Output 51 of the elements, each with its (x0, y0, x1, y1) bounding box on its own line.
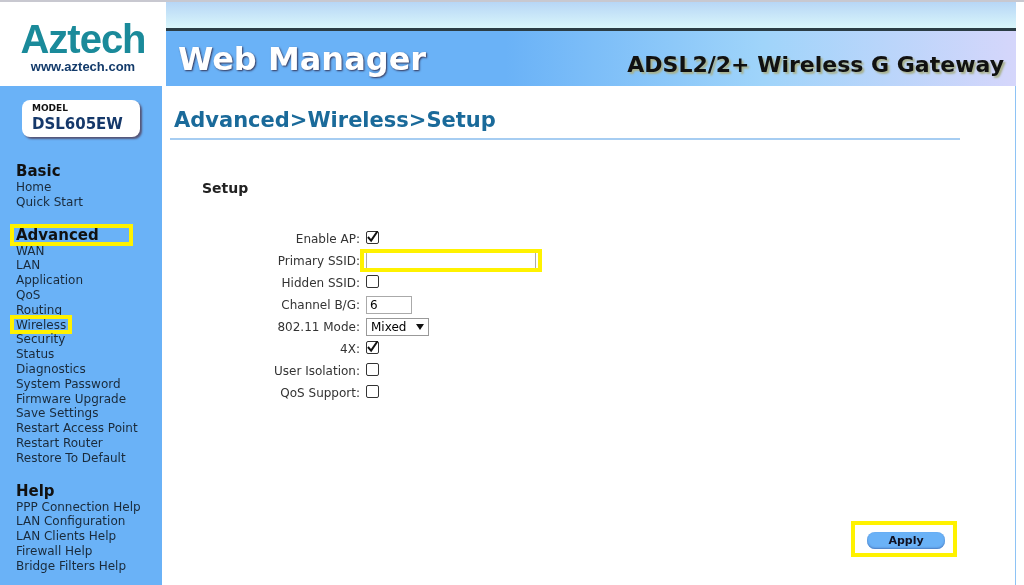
sidebar-link[interactable]: Wireless (16, 317, 67, 333)
sidebar-link[interactable]: LAN Clients Help (16, 529, 117, 544)
sidebar-link[interactable]: Status (16, 347, 55, 362)
page-title: Advanced>Wireless>Setup (170, 108, 960, 140)
model-name: DSL605EW (32, 114, 124, 134)
checkbox[interactable] (366, 384, 379, 398)
app-title: Web Manager (178, 39, 427, 78)
field-label: User Isolation: (273, 363, 360, 380)
field-label: 802.11 Mode: (276, 319, 360, 336)
sidebar-link[interactable]: Routing (16, 302, 62, 318)
checkbox[interactable] (366, 340, 379, 354)
sidebar-link[interactable]: LAN Configuration (16, 514, 126, 530)
text-field[interactable]: 6 (366, 296, 412, 314)
logo: Aztech (20, 18, 146, 59)
sidebar-link[interactable]: Firmware Upgrade (16, 391, 127, 407)
dropdown-arrow-icon (416, 324, 425, 330)
logo-url: www.aztech.com (30, 58, 136, 74)
sidebar-link[interactable]: Bridge Filters Help (16, 558, 127, 574)
text-field[interactable] (366, 252, 536, 270)
sidebar-heading: Advanced (16, 225, 99, 244)
field-label: QoS Support: (279, 385, 360, 402)
section-title: Setup (202, 180, 250, 196)
sidebar-link[interactable]: Save Settings (16, 406, 99, 422)
sidebar-link[interactable]: Quick Start (16, 194, 84, 210)
field-label: Enable AP: (294, 231, 360, 248)
checkbox[interactable] (366, 230, 379, 244)
field-label: Hidden SSID: (280, 275, 360, 292)
sidebar-link[interactable]: PPP Connection Help (16, 499, 141, 515)
model-label: MODEL (32, 103, 69, 114)
checkbox[interactable] (366, 274, 379, 288)
sidebar-link[interactable]: Home (16, 180, 52, 195)
sidebar-heading: Help (16, 481, 55, 500)
sidebar-link[interactable]: Application (16, 273, 84, 288)
sidebar-link[interactable]: Diagnostics (16, 361, 86, 377)
sidebar-link[interactable]: LAN (16, 258, 41, 274)
field-label: Primary SSID: (276, 253, 360, 270)
sidebar-link[interactable]: Restore To Default (16, 450, 126, 466)
sidebar-heading: Basic (16, 162, 61, 180)
apply-button[interactable]: Apply (867, 532, 945, 549)
sidebar-link[interactable]: Restart Access Point (16, 421, 138, 436)
field-label: Channel B/G: (280, 297, 360, 314)
product-name: ADSL2/2+ Wireless G Gateway (627, 52, 1004, 77)
sidebar-link[interactable]: Security (16, 332, 66, 348)
sidebar-link[interactable]: WAN (16, 243, 45, 259)
dropdown[interactable]: Mixed (366, 318, 430, 336)
field-label: 4X: (339, 341, 360, 358)
sidebar-link[interactable]: Firewall Help (16, 543, 93, 559)
checkbox[interactable] (366, 362, 379, 376)
sidebar-link[interactable]: Restart Router (16, 435, 103, 451)
sidebar-link[interactable]: System Password (16, 376, 121, 392)
sidebar-link[interactable]: QoS (16, 288, 41, 303)
